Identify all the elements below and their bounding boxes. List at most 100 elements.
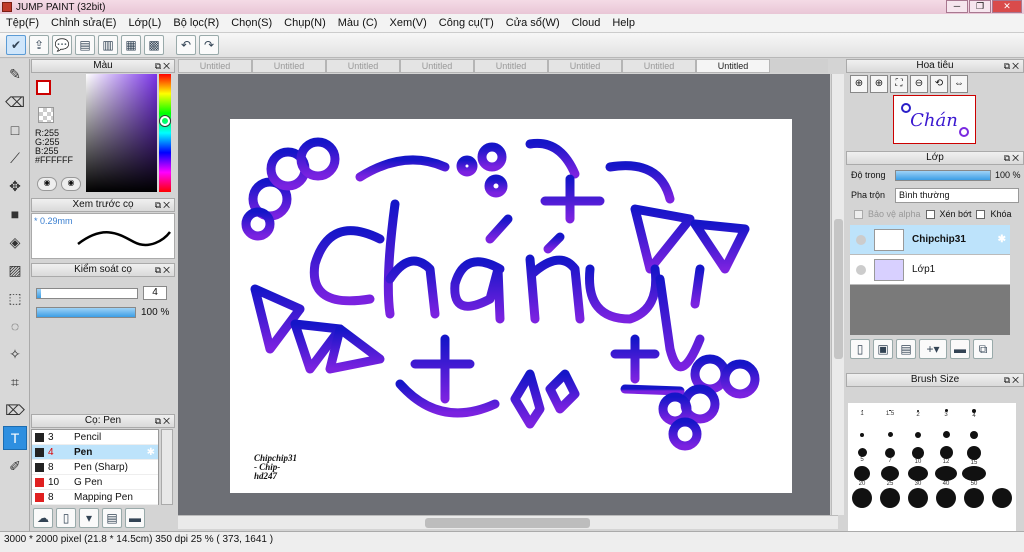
hue-slider[interactable] bbox=[159, 74, 171, 192]
clip-checkbox[interactable] bbox=[925, 209, 935, 219]
lasso-tool-icon[interactable]: ◌ bbox=[3, 314, 27, 338]
color-palette-icon[interactable]: ◉ bbox=[61, 177, 81, 191]
cloud-sync-icon[interactable]: ✔ bbox=[6, 35, 26, 55]
brush-size-option[interactable]: 20 bbox=[848, 466, 876, 487]
merge-layer-icon[interactable]: ⧉ bbox=[973, 339, 993, 359]
layer-folder-icon[interactable]: ▬ bbox=[950, 339, 970, 359]
line-tool-icon[interactable]: ⟋ bbox=[3, 146, 27, 170]
menu-help[interactable]: Help bbox=[606, 17, 641, 29]
brush-size-option[interactable] bbox=[988, 403, 1016, 424]
tab-untitled[interactable]: Untitled bbox=[178, 59, 252, 73]
add-layer-menu-icon[interactable]: +▾ bbox=[919, 339, 947, 359]
brush-settings-icon[interactable]: ▤ bbox=[102, 508, 122, 528]
navigator-thumbnail[interactable]: Chán bbox=[893, 95, 976, 144]
brush-size-option[interactable]: 4 bbox=[960, 403, 988, 424]
flip-icon[interactable]: ⇔ bbox=[950, 75, 968, 93]
menu-edit[interactable]: Chỉnh sửa(E) bbox=[45, 17, 122, 29]
select-eraser-tool-icon[interactable]: ⌦ bbox=[3, 398, 27, 422]
brush-item-pencil[interactable]: 3 Pencil bbox=[32, 430, 158, 445]
menu-file[interactable]: Tệp(F) bbox=[0, 17, 45, 29]
panel-controls[interactable]: ⧉✕ bbox=[1004, 152, 1021, 164]
tab-untitled[interactable]: Untitled bbox=[252, 59, 326, 73]
note-icon[interactable]: ▤ bbox=[75, 35, 95, 55]
cloud-brush-icon[interactable]: ☁ bbox=[33, 508, 53, 528]
brush-size-option[interactable]: 1 bbox=[848, 403, 876, 424]
brush-size-option[interactable] bbox=[876, 487, 904, 508]
menu-window[interactable]: Cửa sổ(W) bbox=[500, 17, 566, 29]
document-icon[interactable]: ▦ bbox=[121, 35, 141, 55]
share-icon[interactable]: ⇪ bbox=[29, 35, 49, 55]
menu-filter[interactable]: Bộ lọc(R) bbox=[167, 17, 225, 29]
panel-controls[interactable]: ⧉✕ bbox=[155, 199, 172, 211]
brush-size-option[interactable] bbox=[988, 466, 1016, 487]
layer-visibility-icon[interactable] bbox=[856, 234, 866, 245]
hue-knob[interactable] bbox=[160, 116, 170, 126]
layer-settings-icon[interactable]: ▤ bbox=[896, 339, 916, 359]
panel-controls[interactable]: ⧉✕ bbox=[1004, 374, 1021, 386]
close-button[interactable]: ✕ bbox=[992, 0, 1022, 13]
brush-size-option[interactable] bbox=[932, 487, 960, 508]
color-history-icon[interactable]: ◉ bbox=[37, 177, 57, 191]
tab-untitled-active[interactable]: Untitled bbox=[696, 59, 770, 73]
magic-wand-tool-icon[interactable]: ✧ bbox=[3, 342, 27, 366]
menu-view[interactable]: Xem(V) bbox=[383, 17, 432, 29]
menu-layer[interactable]: Lớp(L) bbox=[122, 17, 167, 29]
tab-untitled[interactable]: Untitled bbox=[326, 59, 400, 73]
layer-item[interactable]: Lớp1 bbox=[850, 255, 1010, 285]
move-tool-icon[interactable]: ✥ bbox=[3, 174, 27, 198]
menu-select[interactable]: Chọn(S) bbox=[225, 17, 278, 29]
brush-size-option[interactable]: 40 bbox=[932, 466, 960, 487]
eyedropper-tool-icon[interactable]: ✐ bbox=[3, 454, 27, 478]
rotate-icon[interactable]: ⟲ bbox=[930, 75, 948, 93]
brush-size-option[interactable]: 7 bbox=[876, 445, 904, 466]
comment-icon[interactable]: 💬 bbox=[52, 35, 72, 55]
brush-size-option[interactable] bbox=[932, 424, 960, 445]
brush-size-option[interactable] bbox=[904, 424, 932, 445]
layer-visibility-icon[interactable] bbox=[856, 264, 866, 275]
brush-item-pen-sharp[interactable]: 8 Pen (Sharp) bbox=[32, 460, 158, 475]
select-rect-tool-icon[interactable]: ⬚ bbox=[3, 286, 27, 310]
brush-folder-icon[interactable]: ▬ bbox=[125, 508, 145, 528]
duplicate-layer-icon[interactable]: ▣ bbox=[873, 339, 893, 359]
brush-size-slider[interactable] bbox=[36, 288, 138, 299]
saturation-value-picker[interactable] bbox=[86, 74, 157, 192]
page-icon[interactable]: ▥ bbox=[98, 35, 118, 55]
brush-size-option[interactable] bbox=[876, 424, 904, 445]
panel-controls[interactable]: ⧉✕ bbox=[155, 264, 172, 276]
brush-size-option[interactable] bbox=[988, 424, 1016, 445]
horizontal-scroll-thumb[interactable] bbox=[425, 518, 590, 528]
brush-size-option[interactable] bbox=[960, 487, 988, 508]
brush-size-option[interactable] bbox=[848, 424, 876, 445]
grid-icon[interactable]: ▩ bbox=[144, 35, 164, 55]
menu-cloud[interactable]: Cloud bbox=[566, 17, 607, 29]
brush-opacity-slider[interactable] bbox=[36, 307, 136, 318]
brush-size-option[interactable] bbox=[988, 445, 1016, 466]
brush-size-option[interactable]: 3 bbox=[932, 403, 960, 424]
eraser-tool-icon[interactable]: ⌫ bbox=[3, 90, 27, 114]
minimize-button[interactable]: ─ bbox=[946, 0, 968, 13]
brush-size-option[interactable]: 10 bbox=[904, 445, 932, 466]
panel-controls[interactable]: ⧉✕ bbox=[155, 60, 172, 72]
shape-tool-icon[interactable]: □ bbox=[3, 118, 27, 142]
panel-controls[interactable]: ⧉✕ bbox=[1004, 60, 1021, 72]
transparent-color-swatch[interactable] bbox=[38, 107, 54, 123]
brush-tool-icon[interactable]: ✎ bbox=[3, 62, 27, 86]
maximize-button[interactable]: ❐ bbox=[969, 0, 991, 13]
new-layer-icon[interactable]: ▯ bbox=[850, 339, 870, 359]
text-tool-icon[interactable]: T bbox=[3, 426, 27, 450]
fill-rect-tool-icon[interactable]: ■ bbox=[3, 202, 27, 226]
layer-item[interactable]: Chipchip31 ✱ bbox=[850, 225, 1010, 255]
canvas-area[interactable]: Chipchip31 - Chip- hd247 bbox=[178, 74, 830, 515]
menu-capture[interactable]: Chụp(N) bbox=[278, 17, 332, 29]
brush-size-option[interactable] bbox=[988, 487, 1016, 508]
gear-icon[interactable]: ✱ bbox=[147, 447, 155, 458]
brush-size-option[interactable]: 15 bbox=[960, 445, 988, 466]
layer-opacity-slider[interactable] bbox=[895, 169, 991, 181]
vertical-scroll-thumb[interactable] bbox=[834, 219, 843, 359]
tab-untitled[interactable]: Untitled bbox=[400, 59, 474, 73]
new-brush-icon[interactable]: ▯ bbox=[56, 508, 76, 528]
menu-color[interactable]: Màu (C) bbox=[332, 17, 384, 29]
menu-tools[interactable]: Công cụ(T) bbox=[433, 17, 500, 29]
gradient-tool-icon[interactable]: ▨ bbox=[3, 258, 27, 282]
brush-size-option[interactable]: 1.5 bbox=[876, 403, 904, 424]
